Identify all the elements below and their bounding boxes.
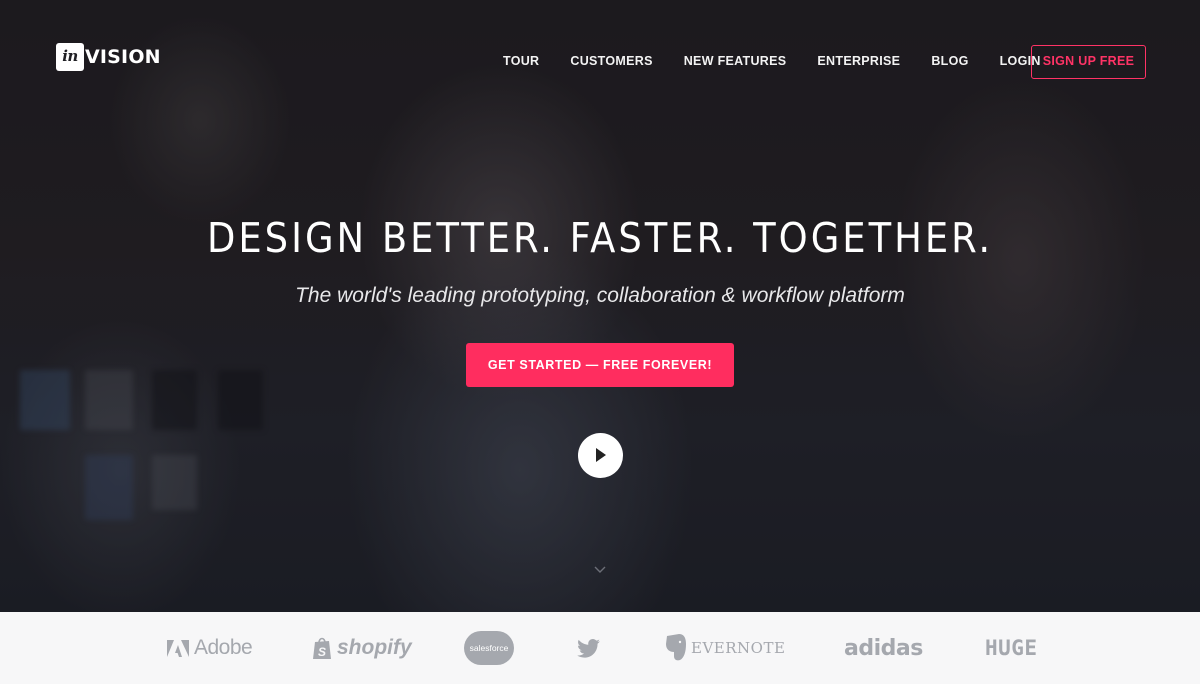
nav-link-tour[interactable]: TOUR bbox=[503, 54, 539, 68]
customer-logo-adidas: adidas bbox=[844, 612, 923, 684]
shopify-wordmark: shopify bbox=[337, 636, 412, 659]
adobe-logo-icon bbox=[167, 639, 189, 657]
shopify-bag-icon: S bbox=[313, 637, 331, 659]
adobe-wordmark: Adobe bbox=[194, 636, 253, 659]
hero-headline: DESIGN BETTER. FASTER. TOGETHER. bbox=[206, 214, 994, 262]
adidas-wordmark: adidas bbox=[844, 635, 923, 661]
evernote-wordmark: EVERNOTE bbox=[691, 639, 786, 657]
hero-subheadline: The world's leading prototyping, collabo… bbox=[295, 284, 905, 307]
logo-mark: in bbox=[56, 43, 84, 71]
nav-links: TOUR CUSTOMERS NEW FEATURES ENTERPRISE B… bbox=[503, 54, 1071, 68]
customer-logo-huge: HUGE bbox=[985, 612, 1038, 684]
nav-link-enterprise[interactable]: ENTERPRISE bbox=[817, 54, 900, 68]
sign-up-free-button[interactable]: SIGN UP FREE bbox=[1031, 45, 1146, 79]
hero-section: in VISION TOUR CUSTOMERS NEW FEATURES EN… bbox=[0, 0, 1200, 612]
nav-link-blog[interactable]: BLOG bbox=[931, 54, 968, 68]
customer-logo-twitter bbox=[577, 612, 600, 684]
logo-wordmark: VISION bbox=[85, 46, 161, 68]
salesforce-wordmark: salesforce bbox=[469, 643, 509, 653]
play-video-button[interactable] bbox=[578, 433, 623, 478]
twitter-bird-icon bbox=[577, 638, 600, 658]
play-icon bbox=[596, 448, 606, 462]
evernote-elephant-icon bbox=[666, 634, 686, 661]
salesforce-cloud-icon: salesforce bbox=[464, 631, 514, 665]
nav-link-new-features[interactable]: NEW FEATURES bbox=[684, 54, 787, 68]
nav-link-customers[interactable]: CUSTOMERS bbox=[570, 54, 652, 68]
customer-logo-adobe: Adobe bbox=[167, 612, 253, 684]
huge-wordmark: HUGE bbox=[985, 636, 1038, 660]
customer-logos-strip: Adobe S shopify salesforce EVERNOTE adid… bbox=[0, 612, 1200, 684]
invision-logo[interactable]: in VISION bbox=[56, 43, 161, 71]
customer-logo-salesforce: salesforce bbox=[464, 612, 514, 684]
get-started-button[interactable]: GET STARTED — FREE FOREVER! bbox=[466, 343, 734, 387]
svg-text:S: S bbox=[318, 645, 326, 659]
chevron-down-icon[interactable] bbox=[594, 566, 606, 574]
top-navigation: in VISION TOUR CUSTOMERS NEW FEATURES EN… bbox=[0, 0, 1200, 120]
customer-logo-shopify: S shopify bbox=[312, 612, 412, 684]
customer-logo-evernote: EVERNOTE bbox=[664, 612, 785, 684]
